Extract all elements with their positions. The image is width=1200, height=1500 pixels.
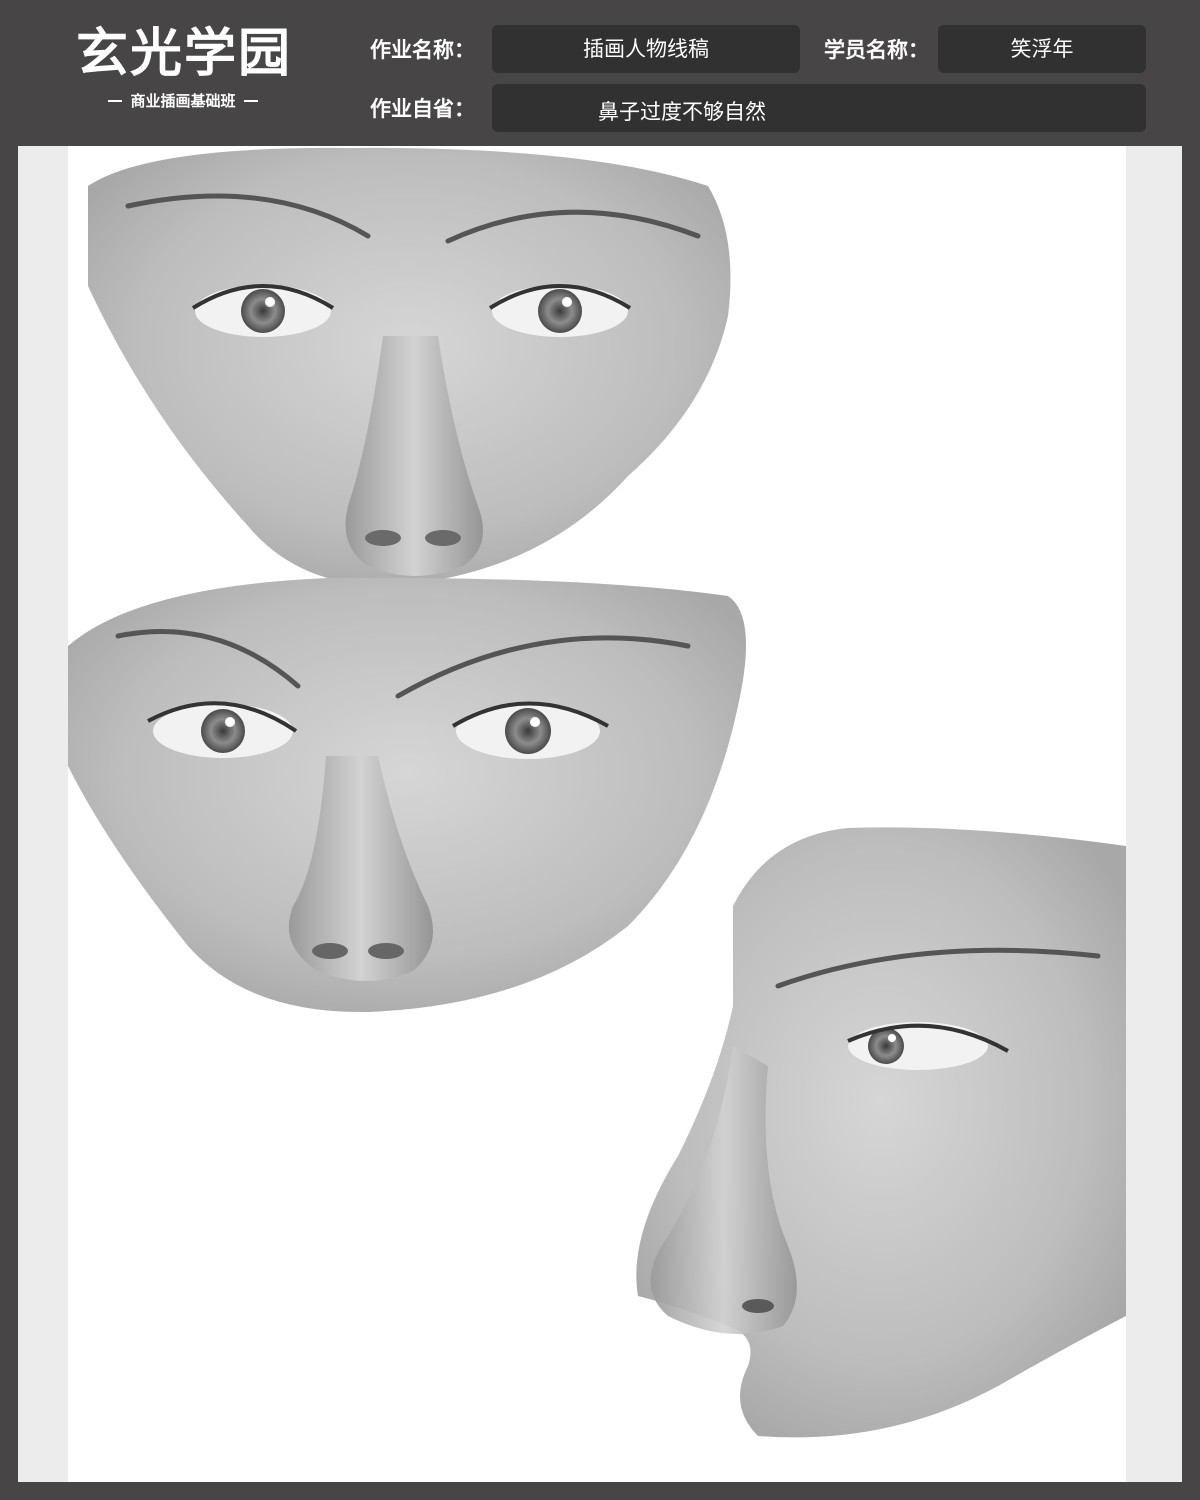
dash-right bbox=[243, 99, 258, 102]
student-field: 笑浮年 bbox=[938, 25, 1146, 73]
logo: 玄光学园 商业插画基础班 bbox=[76, 24, 290, 111]
logo-subtitle: 商业插画基础班 bbox=[130, 92, 236, 110]
header: 玄光学园 商业插画基础班 作业名称： 插画人物线稿 学员名称： 笑浮年 作业自省… bbox=[0, 0, 1200, 146]
reflection-field: 鼻子过度不够自然 bbox=[492, 84, 1146, 132]
logo-title: 玄光学园 bbox=[76, 23, 293, 84]
artwork-canvas-margin bbox=[18, 146, 1182, 1482]
reflection-label: 作业自省： bbox=[370, 97, 475, 121]
artwork-illustration bbox=[68, 147, 1126, 1438]
assignment-label: 作业名称： bbox=[370, 38, 475, 62]
artwork-canvas bbox=[68, 146, 1126, 1482]
face-study-front-1 bbox=[88, 147, 731, 586]
face-study-front-2 bbox=[68, 577, 746, 1013]
face-study-profile bbox=[636, 827, 1126, 1438]
logo-subtitle-row: 商业插画基础班 bbox=[76, 90, 290, 111]
dash-left bbox=[108, 99, 123, 102]
student-label: 学员名称： bbox=[824, 38, 929, 62]
assignment-field: 插画人物线稿 bbox=[492, 25, 800, 73]
